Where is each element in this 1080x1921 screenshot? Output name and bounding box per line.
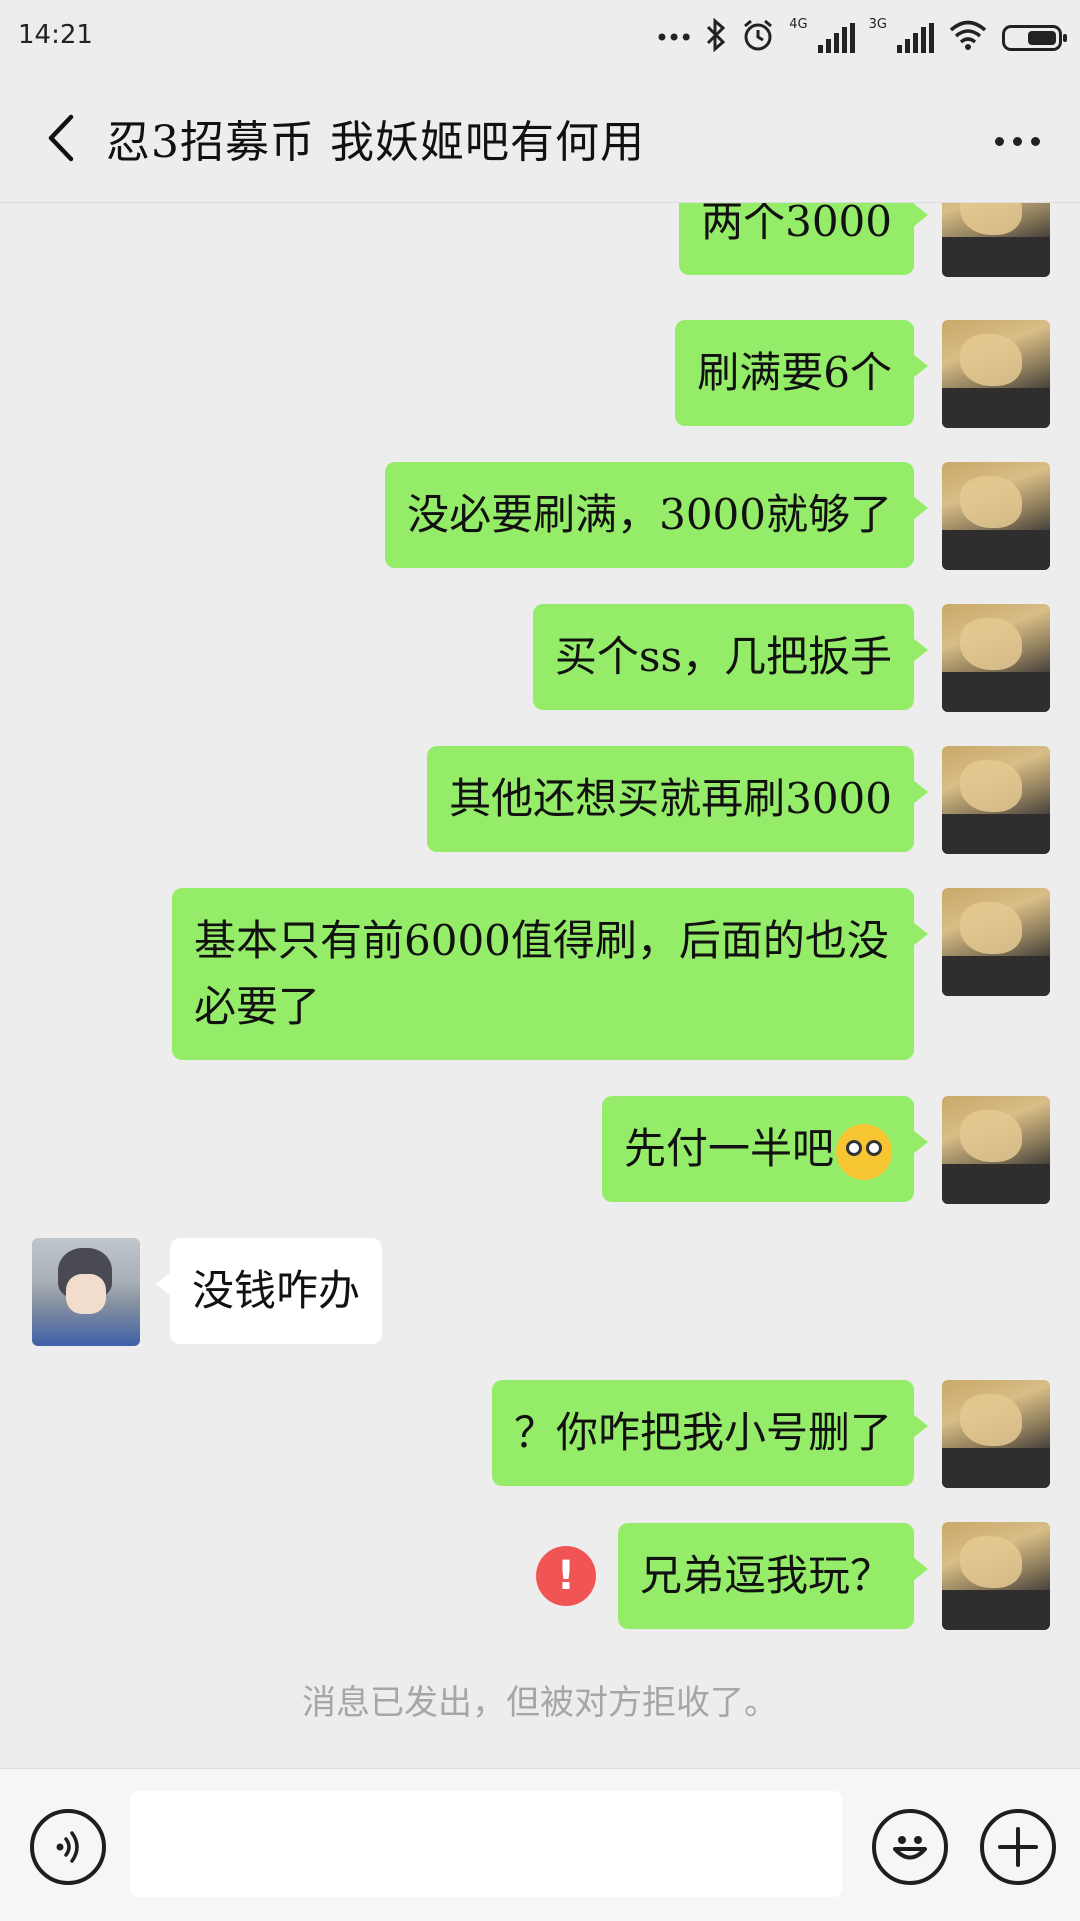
voice-icon bbox=[56, 1831, 79, 1863]
message-bubble[interactable]: 两个3000 bbox=[679, 203, 928, 275]
self-avatar[interactable] bbox=[942, 604, 1050, 712]
send-failed-icon[interactable]: ! bbox=[535, 1546, 596, 1606]
message-bubble[interactable]: 刷满要6个 bbox=[675, 320, 928, 426]
message-text: 没必要刷满，3000就够了 bbox=[407, 490, 892, 539]
signal-4g-icon bbox=[817, 23, 855, 53]
message-bubble[interactable]: 兄弟逗我玩？ bbox=[617, 1523, 929, 1629]
more-functions-button[interactable] bbox=[980, 1809, 1056, 1885]
message-list[interactable]: 两个3000 刷满要6个 没必要刷满，3000就够了 买个ss，几把扳手 其他还… bbox=[0, 203, 1080, 1767]
message-text: 没钱咋办 bbox=[192, 1266, 361, 1315]
network-4g-label: 4G bbox=[789, 17, 808, 32]
message-text: 两个3000 bbox=[701, 203, 892, 246]
chat-header: 忍3招募币 我妖姬吧有何用 bbox=[0, 76, 1080, 203]
self-avatar[interactable] bbox=[942, 203, 1050, 277]
message-row: 先付一半吧 bbox=[601, 1096, 1050, 1204]
message-text: 兄弟逗我玩？ bbox=[639, 1551, 892, 1600]
self-avatar[interactable] bbox=[942, 1380, 1050, 1488]
message-row: 买个ss，几把扳手 bbox=[532, 604, 1050, 712]
message-row: ! 兄弟逗我玩？ bbox=[535, 1522, 1050, 1630]
message-text: 刷满要6个 bbox=[697, 348, 892, 397]
bluetooth-icon bbox=[705, 17, 727, 59]
system-notice: 消息已发出，但被对方拒收了。 bbox=[302, 1683, 778, 1723]
voice-button[interactable] bbox=[30, 1809, 106, 1885]
self-avatar[interactable] bbox=[942, 462, 1050, 570]
message-row: 没钱咋办 bbox=[32, 1238, 383, 1346]
more-options-button[interactable] bbox=[982, 116, 1052, 166]
message-bubble[interactable]: 其他还想买就再刷3000 bbox=[427, 746, 928, 852]
message-bubble[interactable]: 没钱咋办 bbox=[155, 1238, 383, 1344]
message-row: 没必要刷满，3000就够了 bbox=[385, 462, 1050, 570]
message-text: 买个ss，几把扳手 bbox=[554, 632, 892, 681]
input-bar bbox=[0, 1768, 1080, 1921]
message-row: ？你咋把我小号删了 bbox=[491, 1380, 1050, 1488]
pleading-face-emoji-icon bbox=[836, 1124, 892, 1180]
back-button[interactable] bbox=[30, 108, 90, 168]
chevron-left-icon bbox=[48, 114, 74, 162]
chat-title: 忍3招募币 我妖姬吧有何用 bbox=[106, 117, 645, 168]
status-more-icon: ••• bbox=[654, 24, 693, 52]
self-avatar[interactable] bbox=[942, 1096, 1050, 1204]
battery-icon bbox=[1002, 25, 1067, 51]
contact-avatar[interactable] bbox=[32, 1238, 140, 1346]
message-bubble[interactable]: 先付一半吧 bbox=[601, 1096, 929, 1202]
wifi-icon bbox=[948, 19, 988, 58]
message-bubble[interactable]: ？你咋把我小号删了 bbox=[491, 1380, 929, 1486]
emoji-button[interactable] bbox=[872, 1809, 948, 1885]
plus-icon bbox=[998, 1827, 1038, 1867]
message-row: 刷满要6个 bbox=[675, 320, 1050, 428]
network-3g-label: 3G bbox=[868, 17, 887, 32]
message-text: 其他还想买就再刷3000 bbox=[449, 774, 892, 823]
more-dots-icon bbox=[994, 136, 1004, 146]
message-bubble[interactable]: 买个ss，几把扳手 bbox=[532, 604, 929, 710]
message-input[interactable] bbox=[130, 1791, 842, 1897]
signal-3g-icon bbox=[897, 23, 934, 53]
self-avatar[interactable] bbox=[942, 1522, 1050, 1630]
status-time: 14:21 bbox=[18, 20, 93, 50]
self-avatar[interactable] bbox=[942, 320, 1050, 428]
message-text: ？你咋把我小号删了 bbox=[513, 1408, 892, 1457]
message-row: 其他还想买就再刷3000 bbox=[427, 746, 1050, 854]
message-bubble[interactable]: 没必要刷满，3000就够了 bbox=[385, 462, 928, 568]
alarm-icon bbox=[741, 18, 775, 59]
self-avatar[interactable] bbox=[942, 746, 1050, 854]
emoji-icon bbox=[893, 1836, 927, 1860]
message-text: 先付一半吧 bbox=[623, 1124, 834, 1173]
message-row: 基本只有前6000值得刷，后面的也没必要了 bbox=[172, 888, 1050, 1060]
status-bar: 14:21 ••• 4G 3G bbox=[0, 0, 1080, 76]
message-text: 基本只有前6000值得刷，后面的也没必要了 bbox=[194, 916, 889, 1031]
self-avatar[interactable] bbox=[942, 888, 1050, 996]
message-row: 两个3000 bbox=[679, 203, 1050, 277]
status-icons: ••• 4G 3G bbox=[654, 14, 1067, 62]
message-bubble[interactable]: 基本只有前6000值得刷，后面的也没必要了 bbox=[172, 888, 928, 1060]
